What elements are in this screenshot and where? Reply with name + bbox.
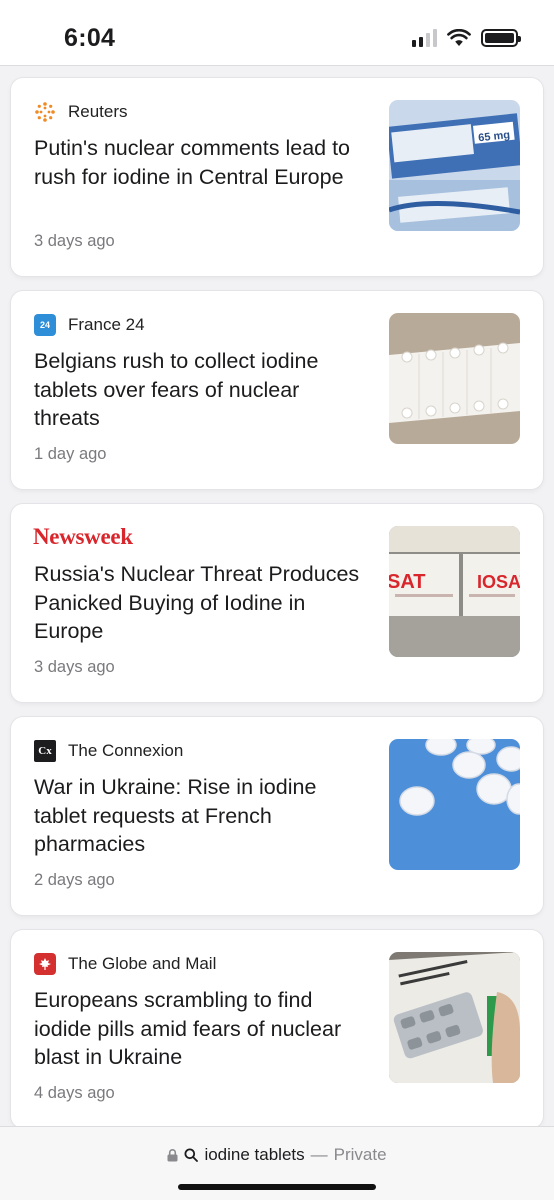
article-headline[interactable]: Russia's Nuclear Threat Produces Panicke… bbox=[34, 560, 364, 646]
address-separator: — bbox=[310, 1145, 328, 1164]
status-time: 6:04 bbox=[64, 24, 116, 52]
source-name: The Connexion bbox=[68, 741, 184, 760]
article-headline[interactable]: War in Ukraine: Rise in iodine tablet re… bbox=[34, 773, 364, 859]
reuters-logo-icon bbox=[34, 101, 56, 123]
article-thumbnail[interactable] bbox=[389, 739, 520, 870]
article-source: Reuters bbox=[34, 101, 128, 123]
article-card-newsweek[interactable]: Newsweek Russia's Nuclear Threat Produce… bbox=[11, 504, 543, 702]
article-headline[interactable]: Putin's nuclear comments lead to rush fo… bbox=[34, 134, 364, 191]
signal-icon bbox=[412, 29, 437, 47]
news-feed: Reuters Putin's nuclear comments lead to… bbox=[11, 78, 543, 1143]
source-name: Reuters bbox=[68, 102, 128, 121]
france24-logo-icon: 24 bbox=[34, 314, 56, 336]
address-bar[interactable]: iodine tablets — Private bbox=[0, 1145, 554, 1165]
article-time: 3 days ago bbox=[34, 232, 115, 250]
search-query: iodine tablets bbox=[204, 1145, 305, 1164]
article-card-globe-and-mail[interactable]: The Globe and Mail Europeans scrambling … bbox=[11, 930, 543, 1128]
article-card-reuters[interactable]: Reuters Putin's nuclear comments lead to… bbox=[11, 78, 543, 276]
globe-and-mail-logo-icon bbox=[34, 953, 56, 975]
home-indicator[interactable] bbox=[178, 1184, 376, 1190]
article-card-france24[interactable]: 24 France 24 Belgians rush to collect io… bbox=[11, 291, 543, 489]
article-headline[interactable]: Europeans scrambling to find iodide pill… bbox=[34, 986, 364, 1072]
thumbnail-text-right: IOSAT bbox=[477, 572, 520, 592]
connexion-logo-icon: Cx bbox=[34, 740, 56, 762]
search-icon bbox=[184, 1148, 199, 1162]
logo-text: Cx bbox=[38, 745, 52, 757]
article-thumbnail[interactable] bbox=[389, 313, 520, 444]
article-time: 4 days ago bbox=[34, 1084, 115, 1102]
article-source: Newsweek bbox=[33, 524, 133, 550]
logo-text: 24 bbox=[39, 320, 50, 330]
article-source: The Globe and Mail bbox=[34, 953, 216, 975]
article-source: 24 France 24 bbox=[34, 314, 145, 336]
thumbnail-text-left: SAT bbox=[389, 571, 426, 593]
source-name: The Globe and Mail bbox=[68, 954, 217, 973]
newsweek-wordmark: Newsweek bbox=[33, 524, 133, 549]
browsing-mode-label: Private bbox=[333, 1145, 387, 1164]
battery-icon bbox=[481, 29, 521, 47]
article-headline[interactable]: Belgians rush to collect iodine tablets … bbox=[34, 347, 364, 433]
source-name: France 24 bbox=[68, 315, 145, 334]
article-source: Cx The Connexion bbox=[34, 740, 183, 762]
article-time: 1 day ago bbox=[34, 445, 107, 463]
lock-icon bbox=[167, 1148, 178, 1161]
wifi-icon bbox=[447, 29, 471, 46]
article-thumbnail[interactable]: SAT IOSAT bbox=[389, 526, 520, 657]
article-time: 3 days ago bbox=[34, 658, 115, 676]
status-bar: 6:04 bbox=[0, 0, 554, 66]
status-icons bbox=[412, 27, 521, 49]
article-thumbnail[interactable] bbox=[389, 952, 520, 1083]
article-time: 2 days ago bbox=[34, 871, 115, 889]
article-thumbnail[interactable]: 65 mg bbox=[389, 100, 520, 231]
article-card-connexion[interactable]: Cx The Connexion War in Ukraine: Rise in… bbox=[11, 717, 543, 915]
